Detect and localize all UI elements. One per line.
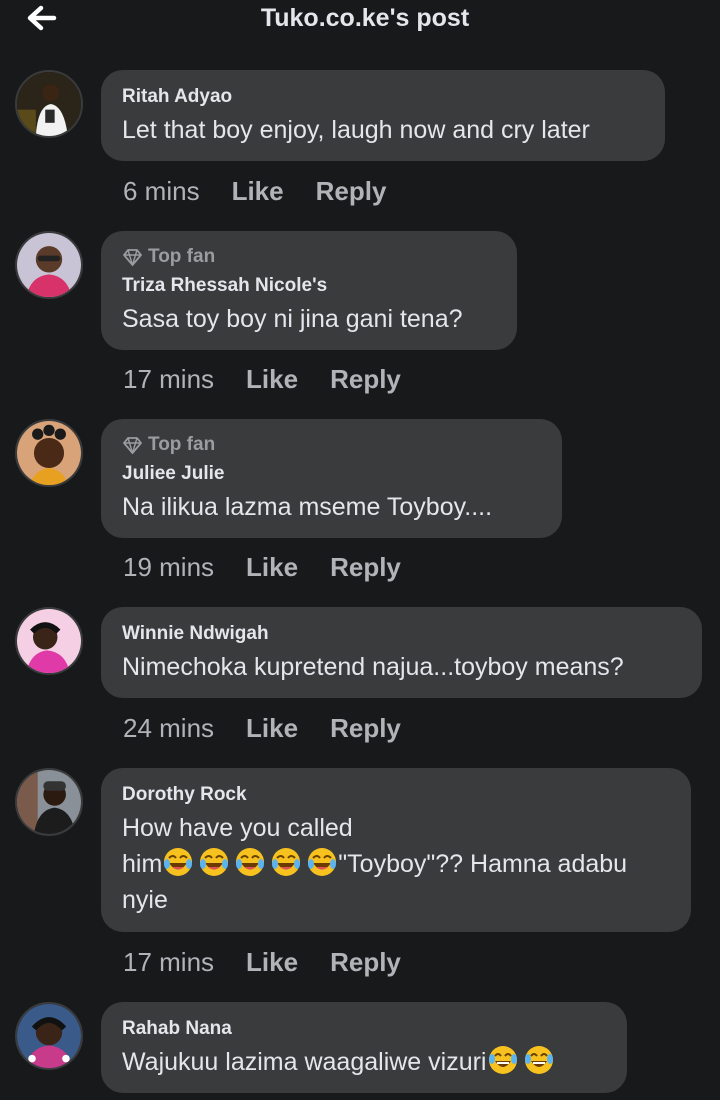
rolling-laughing-emoji-icon <box>307 847 338 877</box>
like-button[interactable]: Like <box>232 176 284 207</box>
avatar[interactable] <box>15 231 83 299</box>
header: Tuko.co.ke's post <box>0 0 720 40</box>
reply-button[interactable]: Reply <box>330 713 401 744</box>
comment-bubble: Ritah Adyao Let that boy enjoy, laugh no… <box>101 70 665 161</box>
comment-author[interactable]: Juliee Julie <box>122 461 540 487</box>
rolling-laughing-emoji-icon <box>271 847 302 877</box>
comment-actions: 19 mins Like Reply <box>123 550 401 584</box>
comment-author[interactable]: Ritah Adyao <box>122 84 643 110</box>
page-title: Tuko.co.ke's post <box>260 4 470 32</box>
rolling-laughing-emoji-icon <box>235 847 266 877</box>
tears-of-joy-emoji-icon <box>523 1045 554 1075</box>
avatar[interactable] <box>15 419 83 487</box>
reply-button[interactable]: Reply <box>316 176 387 207</box>
comment-author[interactable]: Winnie Ndwigah <box>122 621 680 647</box>
comment-time: 17 mins <box>123 363 215 394</box>
comment-time: 24 mins <box>123 712 215 743</box>
comment-time: 6 mins <box>123 175 200 206</box>
comment-text-line: nyie <box>122 886 168 914</box>
comment-actions: 17 mins Like Reply <box>123 362 401 396</box>
comment-text: How have you called him "Toyboy"?? Hamna … <box>122 810 669 918</box>
comment-time: 19 mins <box>123 551 215 582</box>
comment-text-part: him <box>122 850 163 878</box>
rolling-laughing-emoji-icon <box>199 847 230 877</box>
diamond-icon <box>123 436 142 454</box>
like-button[interactable]: Like <box>246 713 298 744</box>
avatar[interactable] <box>15 70 83 138</box>
comment-text: Let that boy enjoy, laugh now and cry la… <box>122 116 590 144</box>
comment-actions: 24 mins Like Reply <box>123 711 401 745</box>
comment-actions: 17 mins Like Reply <box>123 945 401 979</box>
like-button[interactable]: Like <box>246 364 298 395</box>
reply-button[interactable]: Reply <box>330 552 401 583</box>
comment-actions: 6 mins Like Reply <box>123 174 386 208</box>
comment-text-part: "Toyboy"?? Hamna adabu <box>338 850 628 878</box>
tears-of-joy-emoji-icon <box>487 1045 518 1075</box>
comment-bubble: Winnie Ndwigah Nimechoka kupretend najua… <box>101 607 702 698</box>
comment-text: Wajukuu lazima waagaliwe vizuri <box>122 1044 605 1080</box>
comment-time: 17 mins <box>123 946 215 977</box>
top-fan-badge: Top fan <box>122 245 495 269</box>
like-button[interactable]: Like <box>246 552 298 583</box>
comment-text: Nimechoka kupretend najua...toyboy means… <box>122 653 624 681</box>
avatar[interactable] <box>15 1002 83 1070</box>
avatar[interactable] <box>15 607 83 675</box>
rolling-laughing-emoji-icon <box>163 847 194 877</box>
comment-bubble: Top fan Juliee Julie Na ilikua lazma mse… <box>101 419 562 538</box>
reply-button[interactable]: Reply <box>330 947 401 978</box>
comment-author[interactable]: Dorothy Rock <box>122 782 669 808</box>
comment-text: Sasa toy boy ni jina gani tena? <box>122 305 463 333</box>
comment-text-part: Wajukuu lazima waagaliwe vizuri <box>122 1048 487 1076</box>
reply-button[interactable]: Reply <box>330 364 401 395</box>
comment-bubble: Dorothy Rock How have you called him "Toy… <box>101 768 691 932</box>
top-fan-badge: Top fan <box>122 433 540 457</box>
comment-bubble: Rahab Nana Wajukuu lazima waagaliwe vizu… <box>101 1002 627 1093</box>
comment-author[interactable]: Triza Rhessah Nicole's <box>122 273 495 299</box>
badge-label: Top fan <box>148 434 216 455</box>
comment-author[interactable]: Rahab Nana <box>122 1016 605 1042</box>
comment-bubble: Top fan Triza Rhessah Nicole's Sasa toy … <box>101 231 517 350</box>
comment-text-line: How have you called <box>122 814 353 842</box>
like-button[interactable]: Like <box>246 947 298 978</box>
comment-text: Na ilikua lazma mseme Toyboy.... <box>122 493 493 521</box>
badge-label: Top fan <box>148 246 216 267</box>
avatar[interactable] <box>15 768 83 836</box>
diamond-icon <box>123 248 142 266</box>
